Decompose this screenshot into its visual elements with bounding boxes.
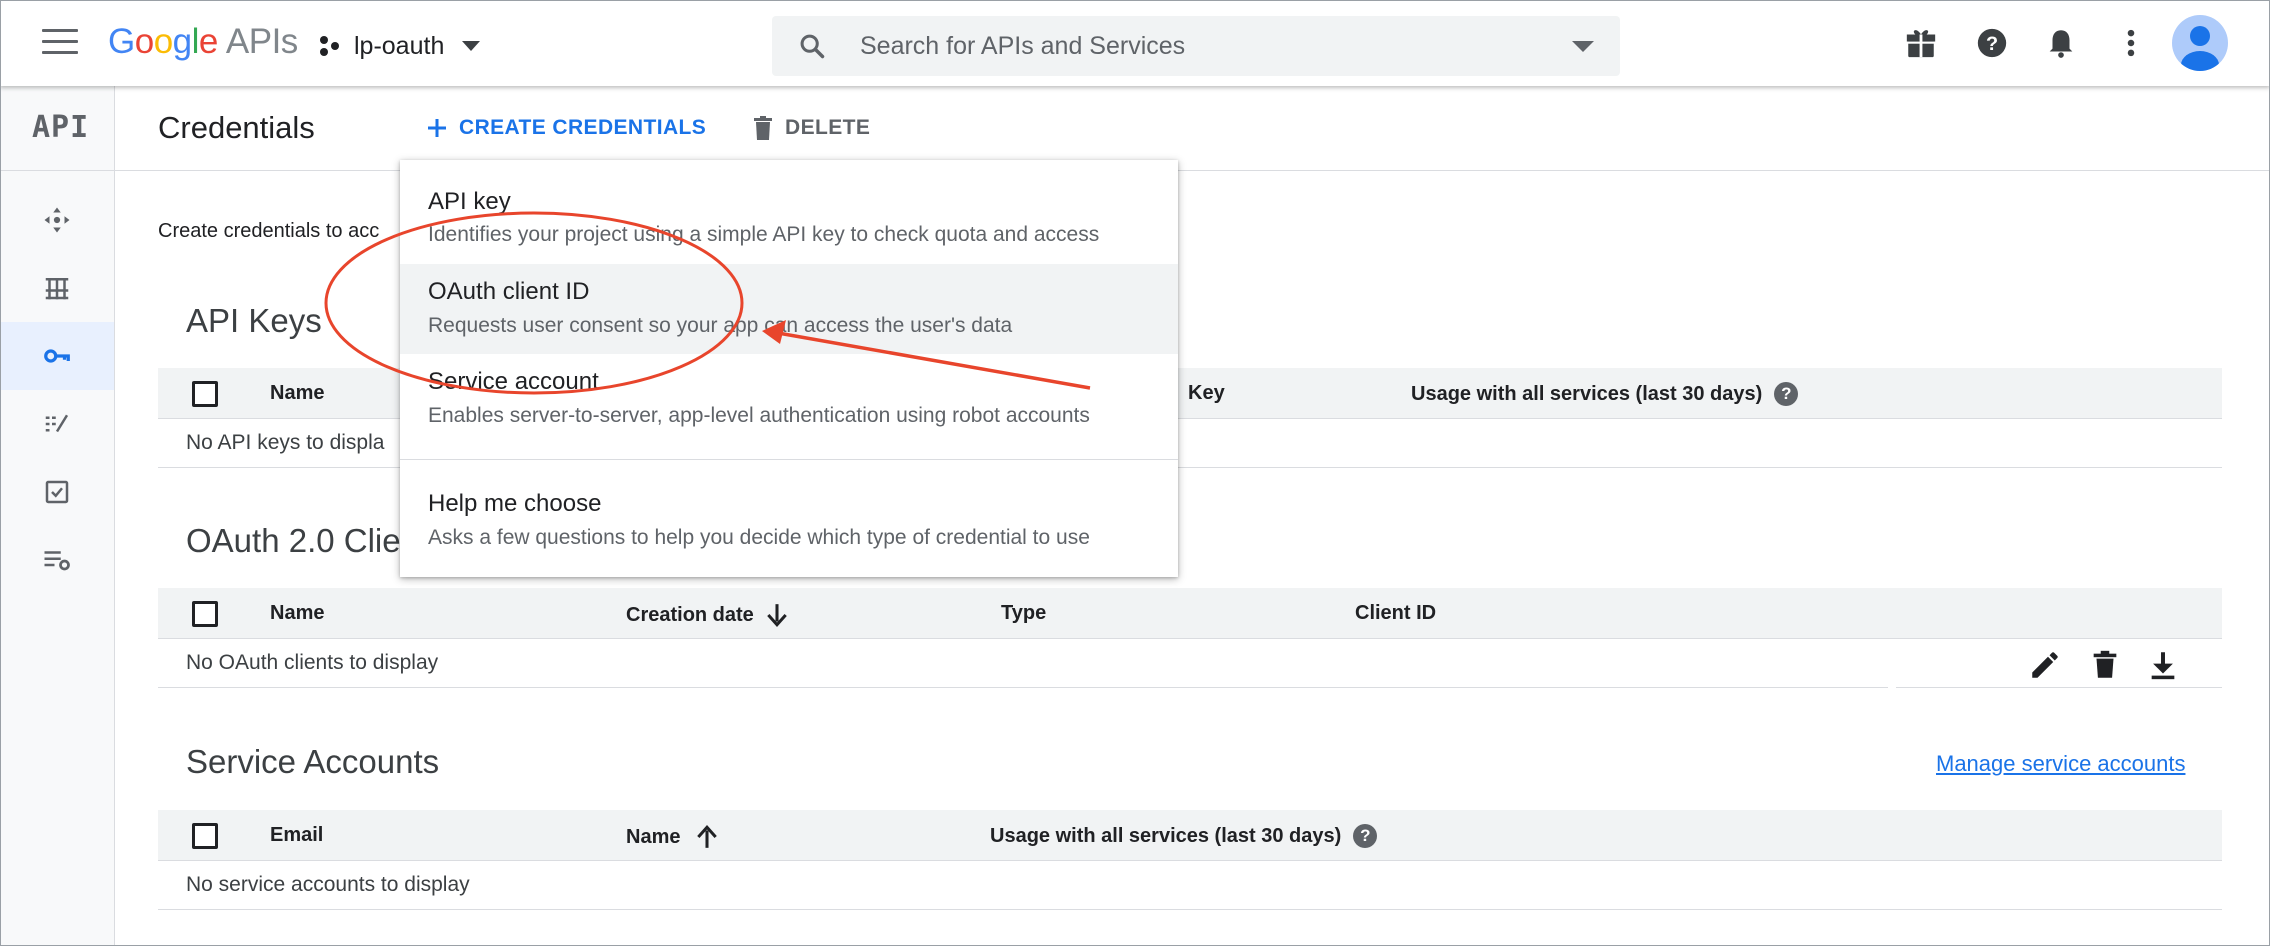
row-divider (1896, 687, 2222, 688)
dashboard-icon (44, 207, 70, 233)
chevron-down-icon (462, 41, 481, 51)
page-header: Credentials CREATE CREDENTIALS DELETE (115, 86, 2270, 171)
arrow-up-icon (697, 824, 718, 848)
column-client-id[interactable]: Client ID (1355, 602, 1436, 625)
page-title: Credentials (158, 110, 315, 145)
edit-icon[interactable] (2028, 648, 2062, 682)
search-dropdown-icon[interactable] (1572, 41, 1594, 52)
menu-item-description: Requests user consent so your app can ac… (428, 314, 1013, 337)
column-type[interactable]: Type (1001, 602, 1046, 625)
menu-item-oauth-client-id[interactable]: OAuth client ID Requests user consent so… (400, 264, 1178, 354)
service-accounts-table-header: Email Name Usage with all services (last… (158, 810, 2222, 861)
domain-verification-icon (45, 480, 69, 504)
left-nav-rail: API (0, 86, 115, 946)
more-vert-icon[interactable] (2114, 26, 2148, 60)
help-icon[interactable]: ? (1975, 26, 2009, 60)
create-credentials-label: CREATE CREDENTIALS (459, 116, 707, 139)
row-divider (158, 909, 2222, 910)
google-apis-logo[interactable]: Google APIs (108, 22, 298, 62)
menu-item-title: API key (428, 188, 511, 215)
search-bar[interactable] (772, 16, 1620, 76)
trash-icon (754, 116, 772, 140)
menu-item-help-me-choose[interactable]: Help me choose Asks a few questions to h… (400, 460, 1178, 577)
menu-item-description: Identifies your project using a simple A… (428, 223, 1100, 246)
nav-item-page-usage-agreements[interactable] (0, 526, 114, 594)
nav-item-oauth-consent[interactable] (0, 390, 114, 458)
project-selector[interactable]: lp-oauth (318, 28, 481, 64)
svg-text:?: ? (1986, 33, 1998, 55)
row-divider (158, 687, 1888, 688)
delete-button[interactable]: DELETE (751, 110, 870, 146)
intro-text: Create credentials to acc (158, 220, 380, 242)
plus-icon (428, 119, 446, 137)
search-input[interactable] (858, 30, 1542, 62)
column-name[interactable]: Name (270, 382, 324, 405)
menu-item-title: Help me choose (428, 490, 602, 517)
column-name[interactable]: Name (626, 824, 720, 850)
menu-item-title: Service account (428, 368, 599, 395)
help-icon[interactable]: ? (1774, 382, 1799, 406)
credentials-key-icon (44, 349, 70, 363)
search-icon (800, 34, 825, 59)
column-key[interactable]: Key (1188, 382, 1225, 405)
page-usage-agreements-icon (44, 551, 70, 571)
manage-service-accounts-link[interactable]: Manage service accounts (1936, 751, 2185, 777)
arrow-down-icon (767, 604, 787, 628)
column-usage[interactable]: Usage with all services (last 30 days)? (1411, 382, 1799, 406)
help-icon[interactable]: ? (1353, 824, 1378, 848)
select-all-service-accounts-checkbox[interactable] (192, 823, 218, 849)
create-credentials-menu: API key Identifies your project using a … (400, 160, 1178, 577)
oauth-empty-message: No OAuth clients to display (186, 651, 439, 674)
nav-item-dashboard[interactable] (0, 186, 114, 254)
rail-divider (0, 170, 114, 171)
api-keys-empty-message: No API keys to displa (186, 431, 385, 454)
select-all-oauth-checkbox[interactable] (192, 601, 218, 627)
nav-item-library[interactable] (0, 254, 114, 322)
menu-item-description: Asks a few questions to help you decide … (428, 526, 1090, 549)
menu-item-title: OAuth client ID (428, 278, 590, 305)
api-keys-title: API Keys (186, 302, 322, 339)
account-avatar-icon[interactable] (2172, 15, 2228, 71)
nav-item-domain-verification[interactable] (0, 458, 114, 526)
api-logo: API (32, 110, 90, 145)
nav-item-credentials[interactable] (0, 322, 114, 390)
library-icon (45, 278, 69, 300)
service-accounts-title: Service Accounts (186, 743, 440, 780)
column-usage[interactable]: Usage with all services (last 30 days)? (990, 824, 1378, 848)
project-name: lp-oauth (354, 31, 445, 60)
column-name[interactable]: Name (270, 602, 324, 625)
delete-label: DELETE (785, 116, 871, 139)
project-dots-icon (320, 36, 339, 56)
oauth-clients-title: OAuth 2.0 Clie (186, 522, 401, 559)
column-creation-date[interactable]: Creation date (626, 602, 790, 628)
select-all-api-keys-checkbox[interactable] (192, 381, 218, 407)
menu-item-service-account[interactable]: Service account Enables server-to-server… (400, 354, 1178, 458)
create-credentials-button[interactable]: CREATE CREDENTIALS (425, 110, 706, 146)
column-email[interactable]: Email (270, 824, 323, 847)
menu-item-description: Enables server-to-server, app-level auth… (428, 404, 1090, 427)
oauth-consent-icon (45, 414, 69, 433)
service-accounts-empty-message: No service accounts to display (186, 873, 470, 896)
oauth-table-header: Name Creation date Type Client ID (158, 588, 2222, 639)
notifications-bell-icon[interactable] (2044, 26, 2078, 60)
download-icon[interactable] (2146, 648, 2180, 682)
menu-item-api-key[interactable]: API key Identifies your project using a … (400, 160, 1178, 264)
delete-icon[interactable] (2088, 648, 2122, 682)
gift-icon[interactable] (1904, 26, 1938, 60)
main-menu-icon[interactable] (42, 29, 78, 57)
top-bar: GoogleAPIs lp-oauth ? (0, 0, 2270, 86)
